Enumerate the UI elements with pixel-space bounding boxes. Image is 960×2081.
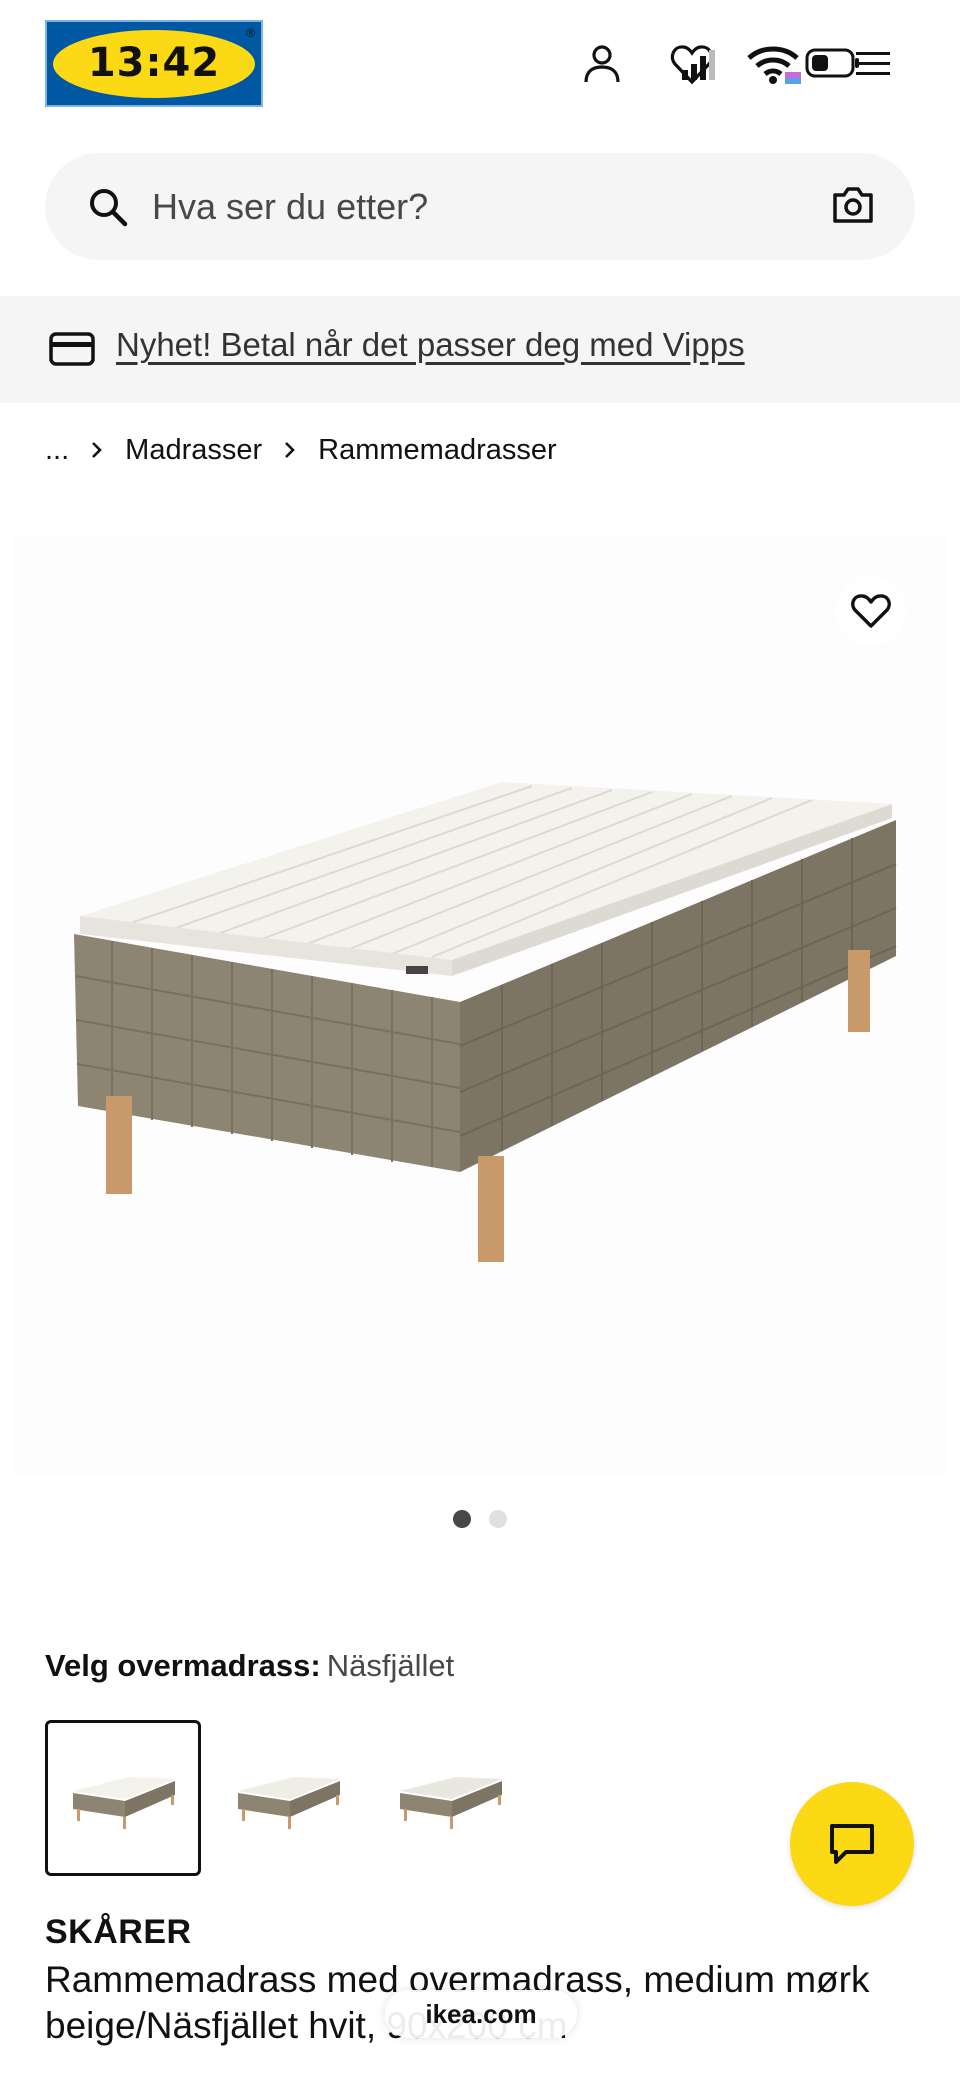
chat-bubble-icon <box>830 1824 874 1864</box>
promo-banner: Nyhet! Betal når det passer deg med Vipp… <box>0 296 960 403</box>
account-icon[interactable] <box>580 42 624 91</box>
status-time: 13:42 <box>87 40 221 86</box>
ikea-logo[interactable]: 13:42 ® <box>45 20 263 107</box>
carousel-dot-2[interactable] <box>489 1510 507 1528</box>
registered-mark: ® <box>246 26 255 40</box>
chat-button[interactable] <box>790 1782 914 1906</box>
variant-value: Näsfjället <box>326 1648 455 1683</box>
breadcrumb-item-madrasser[interactable]: Madrasser <box>125 434 262 467</box>
variant-thumbnail-3[interactable] <box>372 1720 528 1876</box>
search-icon <box>87 186 129 233</box>
add-to-favorites-button[interactable] <box>836 576 906 646</box>
hamburger-menu-icon[interactable] <box>854 48 894 85</box>
breadcrumb: ... Madrasser Rammemadrasser <box>45 430 557 470</box>
product-name: SKÅRER <box>45 1913 192 1951</box>
battery-icon <box>805 46 861 85</box>
breadcrumb-ellipsis[interactable]: ... <box>45 434 69 467</box>
chevron-right-icon <box>91 441 103 459</box>
site-header: 13:42 ® <box>0 0 960 128</box>
image-carousel-dots <box>453 1510 507 1528</box>
search-input[interactable] <box>152 153 752 260</box>
heart-icon <box>851 594 891 628</box>
variant-label: Velg overmadrass: <box>45 1648 321 1683</box>
breadcrumb-item-rammemadrasser[interactable]: Rammemadrasser <box>318 434 557 467</box>
vipps-payment-link[interactable]: Nyhet! Betal når det passer deg med Vipp… <box>116 326 745 364</box>
carousel-dot-1[interactable] <box>453 1510 471 1528</box>
variant-selector-label: Velg overmadrass: Näsfjället <box>45 1648 454 1684</box>
camera-search-icon[interactable] <box>831 185 875 230</box>
wifi-icon <box>745 42 801 91</box>
search-bar[interactable] <box>45 153 915 260</box>
credit-card-icon <box>49 332 95 371</box>
favorites-icon[interactable] <box>670 42 734 91</box>
variant-thumbnail-nasfjallet[interactable] <box>45 1720 201 1876</box>
product-image[interactable] <box>12 536 948 1476</box>
browser-url-pill[interactable]: ikea.com <box>385 1990 577 2038</box>
chevron-right-icon <box>284 441 296 459</box>
variant-thumbnail-2[interactable] <box>210 1720 366 1876</box>
